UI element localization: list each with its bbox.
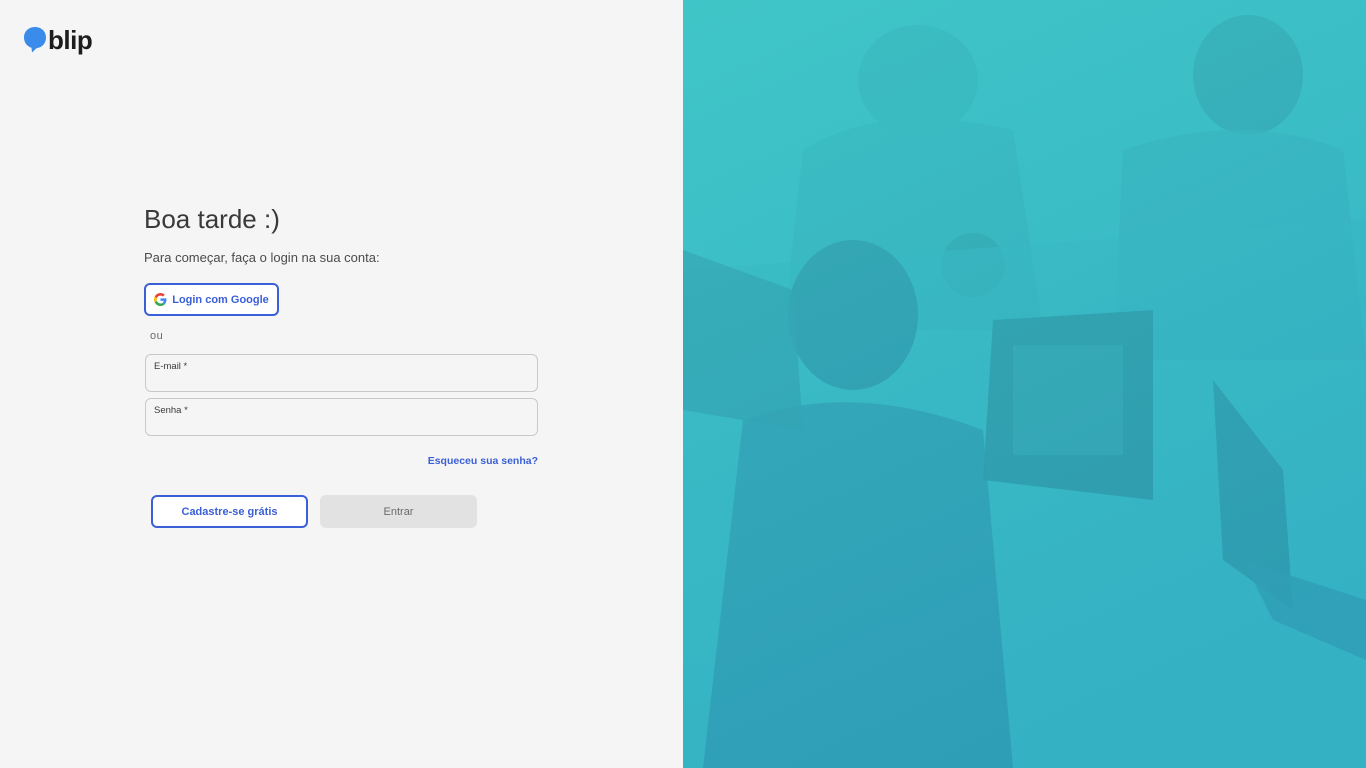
form-actions: Cadastre-se grátis Entrar bbox=[151, 495, 538, 528]
google-login-label: Login com Google bbox=[172, 293, 269, 306]
login-panel: blip Boa tarde :) Para começar, faça o l… bbox=[0, 0, 683, 768]
greeting-title: Boa tarde :) bbox=[144, 204, 280, 234]
login-form: Boa tarde :) Para começar, faça o login … bbox=[144, 200, 538, 528]
submit-button[interactable]: Entrar bbox=[320, 495, 477, 528]
login-subtitle: Para começar, faça o login na sua conta: bbox=[144, 250, 380, 265]
signup-button[interactable]: Cadastre-se grátis bbox=[151, 495, 308, 528]
people-working-on-laptops-photo bbox=[683, 0, 1366, 768]
speech-bubble-icon bbox=[24, 27, 46, 53]
forgot-password-row: Esqueceu sua senha? bbox=[144, 451, 538, 469]
login-page: blip Boa tarde :) Para começar, faça o l… bbox=[0, 0, 1366, 768]
hero-panel bbox=[683, 0, 1366, 768]
google-g-icon bbox=[154, 293, 167, 306]
forgot-password-link[interactable]: Esqueceu sua senha? bbox=[428, 455, 538, 467]
password-label: Senha * bbox=[154, 405, 188, 416]
email-input[interactable] bbox=[154, 373, 529, 387]
password-field[interactable]: Senha * bbox=[145, 398, 538, 436]
google-login-button[interactable]: Login com Google bbox=[144, 283, 279, 316]
email-label: E-mail * bbox=[154, 361, 188, 372]
blip-logo[interactable]: blip bbox=[23, 25, 93, 55]
logo-wordmark: blip bbox=[48, 25, 93, 55]
or-divider: ou bbox=[150, 330, 164, 342]
email-field[interactable]: E-mail * bbox=[145, 354, 538, 392]
password-input[interactable] bbox=[154, 417, 529, 431]
